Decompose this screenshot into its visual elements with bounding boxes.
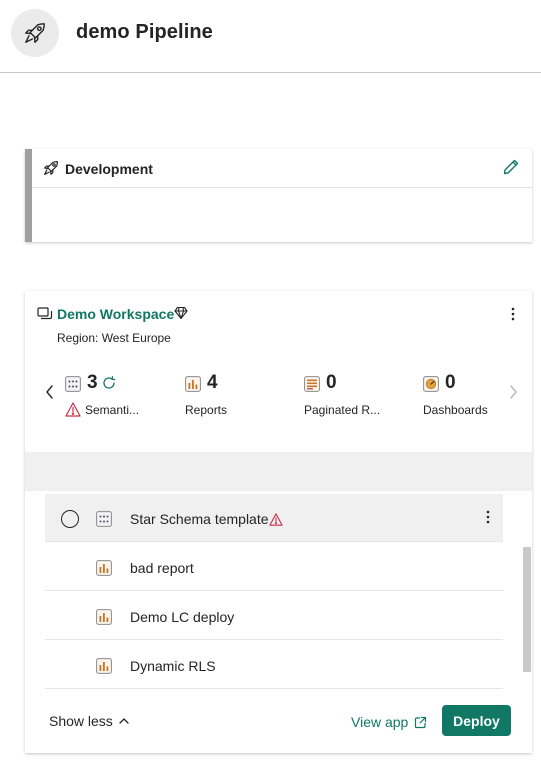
list-item[interactable]: Demo LC deploy <box>45 592 503 640</box>
report-icon <box>96 609 112 625</box>
item-name: Demo LC deploy <box>130 609 235 625</box>
tile-count: 3 <box>87 372 98 393</box>
more-options-icon[interactable] <box>480 509 496 525</box>
show-less-label: Show less <box>49 713 113 729</box>
item-name: Dynamic RLS <box>130 658 216 674</box>
refresh-icon[interactable] <box>102 376 116 390</box>
workspace-icon <box>37 307 53 320</box>
tile-count: 0 <box>445 372 456 393</box>
semantic-model-icon <box>65 376 81 392</box>
workspace-region: Region: West Europe <box>57 331 171 345</box>
dashboard-icon <box>423 376 439 392</box>
tile-label: Paginated R... <box>304 403 381 417</box>
rocket-icon <box>25 23 45 43</box>
rocket-icon <box>44 161 58 175</box>
workspace-name-link[interactable]: Demo Workspace <box>57 306 174 322</box>
tile-count: 4 <box>207 372 218 393</box>
paginated-report-icon <box>304 376 320 392</box>
list-scrollbar[interactable] <box>523 547 531 672</box>
report-icon <box>96 560 112 576</box>
warning-icon <box>269 513 283 526</box>
list-item[interactable]: Dynamic RLS <box>45 641 503 689</box>
tile-label: Reports <box>185 403 228 417</box>
stage-divider <box>32 187 532 188</box>
report-icon <box>96 658 112 674</box>
pencil-icon[interactable] <box>501 157 521 177</box>
workspace-card: Demo Workspace Region: West Europe 3 Sem… <box>25 291 532 753</box>
deploy-button[interactable]: Deploy <box>442 705 511 736</box>
tile-count: 0 <box>326 372 337 393</box>
chevron-left-icon[interactable] <box>43 384 57 400</box>
tile-label: Dashboards <box>423 403 488 417</box>
item-name: bad report <box>130 560 194 576</box>
more-options-icon[interactable] <box>505 306 521 322</box>
page-title: demo Pipeline <box>76 21 213 43</box>
semantic-model-icon <box>96 511 112 527</box>
list-item[interactable]: bad report <box>45 543 503 591</box>
stage-card-development: Development <box>25 149 532 242</box>
stage-name: Development <box>65 161 153 177</box>
pipeline-avatar <box>11 9 59 57</box>
warning-icon <box>65 402 81 417</box>
item-select-radio[interactable] <box>61 510 79 528</box>
items-header-band <box>25 452 532 491</box>
stage-color-bar <box>25 149 32 242</box>
item-name: Star Schema template <box>130 511 269 527</box>
diamond-icon <box>174 306 188 320</box>
external-link-icon <box>415 716 427 728</box>
pipeline-header: demo Pipeline <box>0 0 541 73</box>
chevron-right-icon[interactable] <box>506 384 520 400</box>
list-item[interactable]: Star Schema template <box>45 494 503 542</box>
report-icon <box>185 376 201 392</box>
chevron-up-icon <box>119 718 129 724</box>
show-less-button[interactable]: Show less <box>49 713 130 729</box>
tile-label: Semanti... <box>85 403 140 417</box>
view-app-link[interactable]: View app <box>351 714 427 730</box>
view-app-label: View app <box>351 714 409 730</box>
